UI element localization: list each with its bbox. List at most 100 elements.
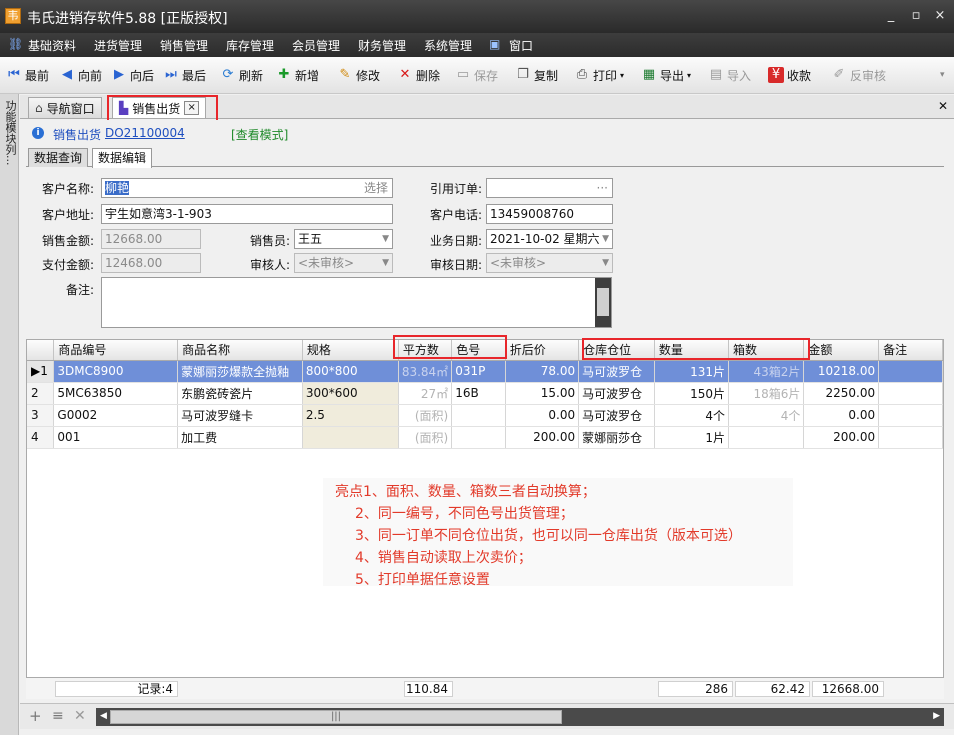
minimize-button[interactable]: _ (881, 8, 901, 24)
toolbar-overflow-icon[interactable]: ▾ (940, 65, 945, 85)
remark-textarea[interactable] (101, 277, 612, 328)
last-button[interactable]: ⏭ 最后 (163, 65, 206, 85)
cell-boxes[interactable]: 43箱2片 (728, 360, 805, 383)
cell-code[interactable]: 001 (53, 426, 179, 449)
delete-button[interactable]: ✕ 删除 (397, 65, 440, 85)
cell-price[interactable]: 200.00 (505, 426, 580, 449)
close-tab-icon[interactable]: × (184, 101, 200, 115)
cell-warehouse[interactable]: 马可波罗仓 (578, 360, 655, 383)
export-button[interactable]: ▦ 导出 ▾ (641, 65, 691, 85)
import-button[interactable]: ▤ 导入 (708, 65, 751, 85)
customer-addr-field[interactable]: 宇生如意湾3-1-903 (101, 204, 393, 224)
salesman-select[interactable]: 王五 ▼ (294, 229, 393, 249)
function-module-sidebar[interactable]: 功能模块列... (0, 94, 19, 735)
cell-name[interactable]: 马可波罗缝卡 (177, 404, 303, 427)
col-name[interactable]: 商品名称 (177, 340, 303, 361)
horizontal-scrollbar[interactable]: ◀ ||| ▶ (96, 708, 944, 726)
menu-inventory[interactable]: 库存管理 (226, 37, 274, 54)
cell-price[interactable]: 78.00 (505, 360, 580, 383)
menu-sales[interactable]: 销售管理 (160, 37, 208, 54)
doc-number-link[interactable]: DO21100004 (105, 126, 185, 140)
scroll-right-icon[interactable]: ▶ (933, 711, 940, 721)
cell-boxes[interactable] (728, 426, 805, 449)
col-spec[interactable]: 规格 (302, 340, 399, 361)
cell-qty[interactable]: 150片 (654, 382, 730, 405)
cell-qty[interactable]: 131片 (654, 360, 730, 383)
cell-note[interactable] (878, 426, 943, 449)
edit-button[interactable]: ✎ 修改 (337, 65, 380, 85)
prev-button[interactable]: ◀ 向前 (59, 65, 102, 85)
cell-warehouse[interactable]: 马可波罗仓 (578, 404, 655, 427)
cell-sqm[interactable]: (面积) (398, 426, 453, 449)
cell-spec[interactable]: 2.5 (302, 404, 399, 427)
cell-name[interactable]: 东鹏瓷砖瓷片 (177, 382, 303, 405)
col-color[interactable]: 色号 (451, 340, 506, 361)
cell-code[interactable]: 3DMC8900 (53, 360, 179, 383)
table-row[interactable]: ▶1 3DMC8900 蒙娜丽莎爆款全抛釉 800*800 83.84㎡ 031P 78.0… (27, 360, 943, 383)
cell-name[interactable]: 蒙娜丽莎爆款全抛釉 (177, 360, 303, 383)
scroll-thumb[interactable]: ||| (110, 710, 562, 724)
cell-sqm[interactable]: (面积) (398, 404, 453, 427)
tab-navigation[interactable]: ⌂ 导航窗口 (28, 97, 102, 118)
row-number[interactable]: 4 (27, 426, 55, 449)
cell-spec[interactable]: 300*600 (302, 382, 399, 405)
table-row[interactable]: 4 001 加工费 (面积) 200.00 蒙娜丽莎仓 1片 200.00 (27, 426, 943, 449)
close-button[interactable]: × (930, 8, 950, 24)
menu-finance[interactable]: 财务管理 (358, 37, 406, 54)
col-note[interactable]: 备注 (878, 340, 943, 361)
biz-date-picker[interactable]: 2021-10-02 星期六 ▼ (486, 229, 613, 249)
cell-boxes[interactable]: 4个 (728, 404, 805, 427)
tab-sales-out[interactable]: ▙ 销售出货 × (112, 97, 207, 118)
row-number[interactable]: 3 (27, 404, 55, 427)
cell-color[interactable] (451, 426, 506, 449)
cell-qty[interactable]: 4个 (654, 404, 730, 427)
tab-data-query[interactable]: 数据查询 (28, 148, 89, 167)
remark-scroll-thumb[interactable] (597, 288, 609, 316)
cell-boxes[interactable]: 18箱6片 (728, 382, 805, 405)
cell-warehouse[interactable]: 蒙娜丽莎仓 (578, 426, 655, 449)
cell-name[interactable]: 加工费 (177, 426, 303, 449)
close-document-icon[interactable]: ✕ (938, 99, 948, 113)
cell-sqm[interactable]: 27㎡ (398, 382, 453, 405)
cell-qty[interactable]: 1片 (654, 426, 730, 449)
refresh-button[interactable]: ⟳ 刷新 (220, 65, 263, 85)
col-qty[interactable]: 数量 (654, 340, 730, 361)
col-amount[interactable]: 金额 (803, 340, 880, 361)
tab-data-edit[interactable]: 数据编辑 (92, 148, 153, 168)
row-number[interactable]: ▶1 (27, 360, 55, 383)
cell-amount[interactable]: 10218.00 (803, 360, 880, 383)
scroll-left-icon[interactable]: ◀ (100, 711, 107, 721)
ref-order-field[interactable]: ··· (486, 178, 613, 198)
col-price[interactable]: 折后价 (505, 340, 580, 361)
cell-note[interactable] (878, 360, 943, 383)
cell-code[interactable]: G0002 (53, 404, 179, 427)
first-button[interactable]: ⏮ 最前 (6, 65, 49, 85)
remark-scrollbar[interactable] (595, 278, 611, 327)
cell-note[interactable] (878, 404, 943, 427)
cell-sqm[interactable]: 83.84㎡ (398, 360, 453, 383)
cell-amount[interactable]: 2250.00 (803, 382, 880, 405)
cell-warehouse[interactable]: 马可波罗仓 (578, 382, 655, 405)
ref-order-picker-button[interactable]: ··· (597, 179, 608, 197)
menu-member[interactable]: 会员管理 (292, 37, 340, 54)
maximize-button[interactable]: ▫ (906, 8, 926, 24)
cell-amount[interactable]: 200.00 (803, 426, 880, 449)
collect-button[interactable]: ¥ 收款 (768, 65, 811, 85)
customer-name-field[interactable]: 柳艳 选择 (101, 178, 393, 198)
select-customer-button[interactable]: 选择 (364, 179, 388, 197)
menu-system[interactable]: 系统管理 (424, 37, 472, 54)
add-row-icon[interactable]: + (29, 707, 42, 725)
cell-price[interactable]: 0.00 (505, 404, 580, 427)
delete-row-icon[interactable]: ✕ (74, 708, 86, 724)
col-code[interactable]: 商品编号 (53, 340, 179, 361)
row-number[interactable]: 2 (27, 382, 55, 405)
add-button[interactable]: ✚ 新增 (276, 65, 319, 85)
menu-window[interactable]: 窗口 (509, 37, 533, 54)
col-boxes[interactable]: 箱数 (728, 340, 805, 361)
edit-row-icon[interactable]: ≡ (52, 708, 64, 724)
table-row[interactable]: 2 5MC63850 东鹏瓷砖瓷片 300*600 27㎡ 16B 15.00 马可波罗仓 15… (27, 382, 943, 405)
cell-amount[interactable]: 0.00 (803, 404, 880, 427)
col-warehouse[interactable]: 仓库仓位 (578, 340, 655, 361)
copy-button[interactable]: ❐ 复制 (515, 65, 558, 85)
next-button[interactable]: ▶ 向后 (111, 65, 154, 85)
